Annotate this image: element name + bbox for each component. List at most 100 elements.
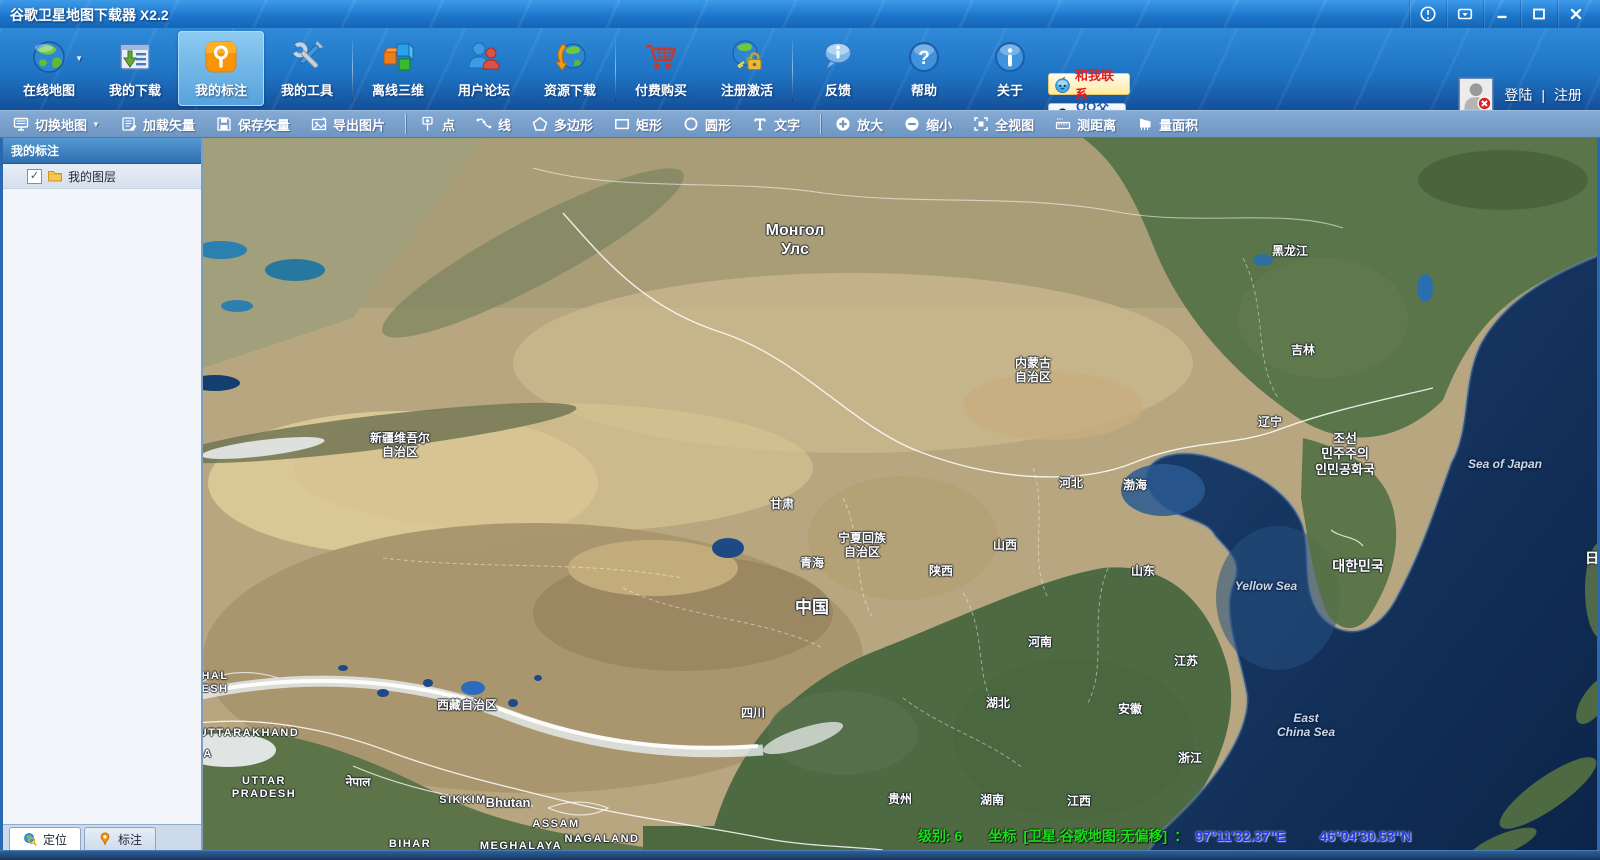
folder-icon — [47, 168, 63, 184]
strip-item-text[interactable]: 文字 — [749, 113, 803, 136]
strip-item-label: 保存矢量 — [238, 115, 290, 134]
tools-icon — [288, 35, 326, 79]
toolbar-button-register-activate[interactable]: 注册激活 — [704, 31, 790, 106]
window-info-button[interactable] — [1409, 0, 1446, 28]
toolbar-button-label: 离线三维 — [372, 80, 424, 99]
strip-item-polygon[interactable]: 多边形 — [529, 113, 596, 136]
globe-lock-icon — [728, 35, 766, 79]
contact-ball-icon — [1054, 76, 1071, 93]
toolbar-button-my-downloads[interactable]: 我的下载 — [92, 31, 178, 106]
strip-item-save-vector[interactable]: 保存矢量 — [213, 113, 293, 136]
rect-icon — [614, 116, 630, 132]
toolbar-button-label: 我的标注 — [195, 80, 247, 99]
text-icon — [752, 116, 768, 132]
strip-item-zoom-in[interactable]: 放大 — [832, 113, 886, 136]
toolbar-button-resource-download[interactable]: 资源下载 — [527, 31, 613, 106]
tool-strip: 切换地图 ▼ 加载矢量 保存矢量 导出图片 点 线多边形 矩形圆形文字 放大 缩小 全视图 测距离 量面… — [0, 110, 1600, 138]
main-toolbar-buttons: ▼在线地图我的下载我的标注我的工具离线三维 用户论坛 资源下载 付费购买注册激活反馈?… — [6, 31, 1053, 106]
area-icon — [1137, 116, 1153, 132]
monitor-icon — [13, 116, 29, 132]
image-icon — [311, 116, 327, 132]
window-close-button[interactable] — [1557, 0, 1594, 28]
strip-item-load-vector[interactable]: 加载矢量 — [118, 113, 198, 136]
toolbar-button-label: 付费购买 — [635, 80, 687, 99]
strip-item-zoom-out[interactable]: 缩小 — [901, 113, 955, 136]
login-register-divider: | — [1541, 87, 1545, 103]
pentagon-icon — [532, 116, 548, 132]
win-min-icon — [1493, 5, 1511, 23]
win-close-icon — [1567, 5, 1585, 23]
strip-item-circle[interactable]: 圆形 — [680, 113, 734, 136]
info-icon — [991, 35, 1029, 79]
toolbar-separator — [792, 36, 793, 102]
tab-marker-icon — [98, 832, 112, 846]
strip-item-export-image[interactable]: 导出图片 — [308, 113, 388, 136]
toolbar-button-label: 用户论坛 — [458, 80, 510, 99]
strip-item-label: 缩小 — [926, 115, 952, 134]
tab-annotate[interactable]: 标注 — [84, 827, 156, 850]
strip-item-point[interactable]: 点 — [417, 113, 458, 136]
strip-item-full-view[interactable]: 全视图 — [970, 113, 1037, 136]
strip-item-label: 点 — [442, 115, 455, 134]
sidebar-body — [3, 189, 201, 824]
contact-me-button[interactable]: 和我联系 — [1048, 73, 1130, 95]
tab-locate[interactable]: 定位 — [9, 827, 81, 850]
layer-tree-item[interactable]: ✓ 我的图层 — [3, 164, 201, 189]
toolbar-button-label: 在线地图 — [23, 80, 75, 99]
download-list-icon — [116, 35, 154, 79]
main-toolbar: ▼在线地图我的下载我的标注我的工具离线三维 用户论坛 资源下载 付费购买注册激活反馈?… — [0, 28, 1600, 110]
ruler-icon — [1055, 116, 1071, 132]
window-controls — [1409, 0, 1594, 28]
layer-label: 我的图层 — [68, 168, 116, 185]
satellite-map[interactable]: 级别: 6坐标[卫星.谷歌地图:无偏移]：97°11'32.37"E46°04'… — [203, 138, 1597, 850]
fullview-icon — [973, 116, 989, 132]
tab-label: 标注 — [118, 831, 142, 848]
win-info-icon — [1419, 5, 1437, 23]
toolbar-button-user-forum[interactable]: 用户论坛 — [441, 31, 527, 106]
window-maximize-button[interactable] — [1520, 0, 1557, 28]
toolbar-button-online-map[interactable]: ▼在线地图 — [6, 31, 92, 106]
toolbar-button-help[interactable]: ?帮助 — [881, 31, 967, 106]
avatar[interactable] — [1458, 77, 1494, 113]
toolbar-button-offline-3d[interactable]: 离线三维 — [355, 31, 441, 106]
minus-circle-icon — [904, 116, 920, 132]
toolbar-button-about[interactable]: 关于 — [967, 31, 1053, 106]
window-minimize-button[interactable] — [1483, 0, 1520, 28]
content-area: 我的标注 ✓ 我的图层 定位标注 — [0, 138, 1600, 850]
window-title: 谷歌卫星地图下载器 X2.2 — [10, 5, 169, 25]
toolbar-button-label: 资源下载 — [544, 80, 596, 99]
strip-item-rectangle[interactable]: 矩形 — [611, 113, 665, 136]
login-link[interactable]: 登陆 — [1504, 85, 1532, 105]
strip-item-label: 切换地图 — [35, 115, 87, 134]
svg-text:?: ? — [918, 48, 930, 69]
strip-item-label: 全视图 — [995, 115, 1034, 134]
strip-item-label: 矩形 — [636, 115, 662, 134]
tab-label: 定位 — [43, 831, 67, 848]
strip-item-label: 放大 — [857, 115, 883, 134]
load-icon — [121, 116, 137, 132]
pin-icon — [420, 116, 436, 132]
toolbar-button-paid-purchase[interactable]: 付费购买 — [618, 31, 704, 106]
toolbar-button-label: 反馈 — [825, 80, 851, 99]
bubble-icon — [819, 35, 857, 79]
toolbar-button-feedback[interactable]: 反馈 — [795, 31, 881, 106]
toolbar-button-my-tools[interactable]: 我的工具 — [264, 31, 350, 106]
window-bottom-bar — [0, 850, 1600, 860]
register-link[interactable]: 注册 — [1554, 85, 1582, 105]
toolbar-separator — [615, 36, 616, 102]
strip-item-label: 量面积 — [1159, 115, 1198, 134]
question-icon: ? — [905, 35, 943, 79]
strip-item-label: 线 — [498, 115, 511, 134]
strip-item-measure-area[interactable]: 量面积 — [1134, 113, 1201, 136]
window-tray-button[interactable] — [1446, 0, 1483, 28]
strip-item-label: 测距离 — [1077, 115, 1116, 134]
strip-item-label: 导出图片 — [333, 115, 385, 134]
strip-item-line[interactable]: 线 — [473, 113, 514, 136]
title-bar: 谷歌卫星地图下载器 X2.2 — [0, 0, 1600, 28]
strip-item-measure-distance[interactable]: 测距离 — [1052, 113, 1119, 136]
dropdown-arrow-icon: ▼ — [92, 120, 100, 129]
layer-checkbox[interactable]: ✓ — [27, 169, 42, 184]
circle-icon — [683, 116, 699, 132]
toolbar-button-my-annotations[interactable]: 我的标注 — [178, 31, 264, 106]
strip-item-switch-map[interactable]: 切换地图 ▼ — [10, 113, 103, 136]
